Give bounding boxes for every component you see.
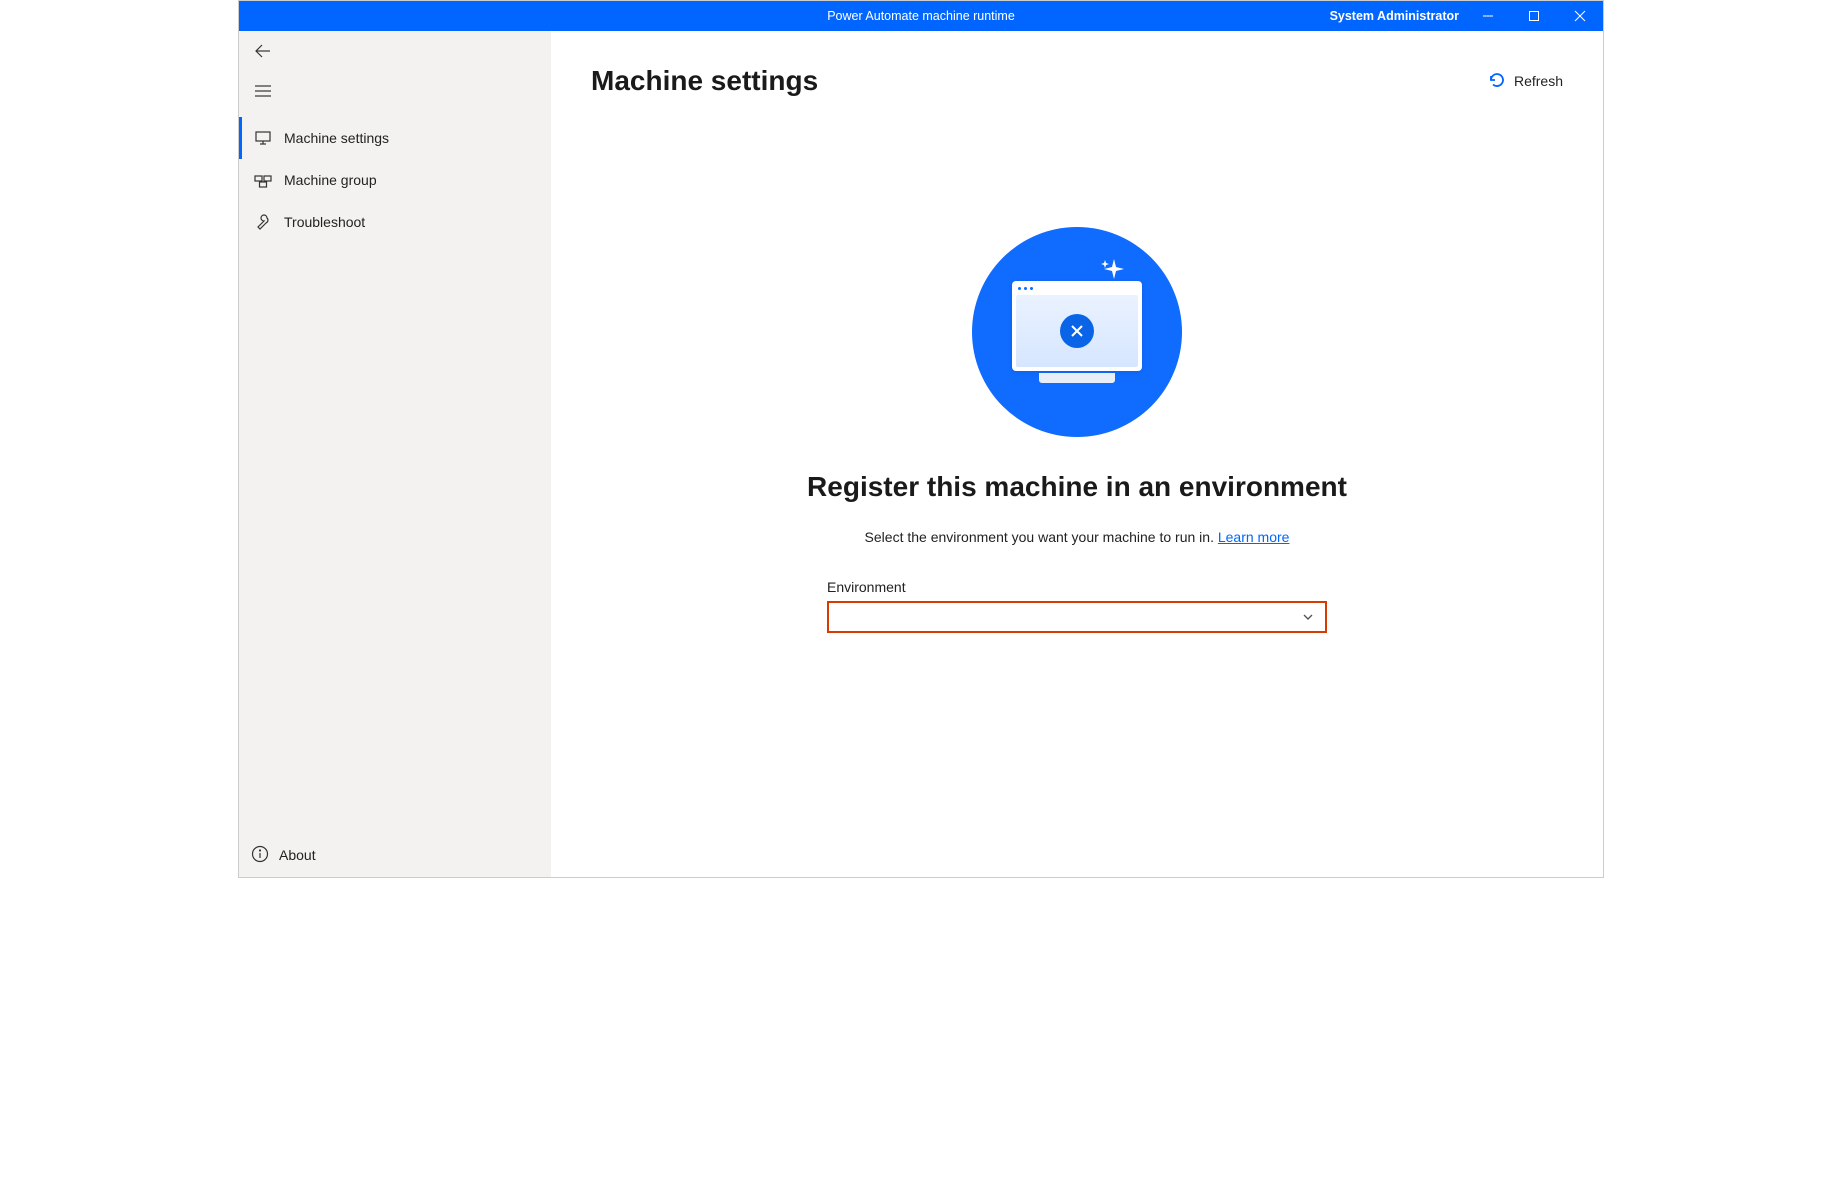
chevron-down-icon bbox=[1301, 610, 1315, 624]
maximize-button[interactable] bbox=[1511, 1, 1557, 31]
back-button[interactable] bbox=[239, 31, 287, 71]
monitor-illustration bbox=[1012, 281, 1142, 371]
sidebar-nav: Machine settings Machine group Troublesh… bbox=[239, 117, 551, 243]
sidebar-item-label: Machine settings bbox=[284, 130, 389, 146]
sidebar-item-label: Troubleshoot bbox=[284, 214, 365, 230]
back-arrow-icon bbox=[253, 41, 273, 61]
info-icon bbox=[251, 845, 269, 866]
main-content: Machine settings Refresh bbox=[551, 31, 1603, 877]
sidebar: Machine settings Machine group Troublesh… bbox=[239, 31, 551, 877]
x-badge-icon bbox=[1060, 314, 1094, 348]
close-button[interactable] bbox=[1557, 1, 1603, 31]
page-title: Machine settings bbox=[591, 65, 818, 97]
sparkle-icon bbox=[1100, 257, 1128, 290]
sidebar-item-about[interactable]: About bbox=[239, 833, 551, 877]
monitor-icon bbox=[254, 129, 272, 147]
hero-section: Register this machine in an environment … bbox=[591, 227, 1563, 633]
sidebar-item-label: Machine group bbox=[284, 172, 377, 188]
hamburger-icon bbox=[253, 81, 273, 101]
sidebar-item-label: About bbox=[279, 847, 316, 863]
minimize-button[interactable] bbox=[1465, 1, 1511, 31]
app-title: Power Automate machine runtime bbox=[827, 9, 1015, 23]
environment-dropdown[interactable] bbox=[827, 601, 1327, 633]
app-window: Power Automate machine runtime System Ad… bbox=[238, 0, 1604, 878]
close-icon bbox=[1574, 10, 1586, 22]
group-icon bbox=[254, 171, 272, 189]
maximize-icon bbox=[1528, 10, 1540, 22]
sidebar-item-machine-group[interactable]: Machine group bbox=[239, 159, 551, 201]
refresh-icon bbox=[1488, 71, 1506, 92]
titlebar: Power Automate machine runtime System Ad… bbox=[239, 1, 1603, 31]
wrench-icon bbox=[254, 213, 272, 231]
current-user: System Administrator bbox=[1330, 9, 1465, 23]
hero-subtitle: Select the environment you want your mac… bbox=[865, 529, 1290, 545]
window-controls bbox=[1465, 1, 1603, 31]
refresh-label: Refresh bbox=[1514, 73, 1563, 89]
environment-form: Environment bbox=[827, 579, 1327, 633]
learn-more-link[interactable]: Learn more bbox=[1218, 529, 1290, 545]
hero-illustration bbox=[972, 227, 1182, 437]
page-header: Machine settings Refresh bbox=[591, 65, 1563, 97]
hero-title: Register this machine in an environment bbox=[807, 471, 1347, 503]
hero-subtitle-text: Select the environment you want your mac… bbox=[865, 529, 1218, 545]
refresh-button[interactable]: Refresh bbox=[1488, 71, 1563, 92]
minimize-icon bbox=[1482, 10, 1494, 22]
environment-label: Environment bbox=[827, 579, 1327, 595]
hamburger-button[interactable] bbox=[239, 71, 287, 111]
app-body: Machine settings Machine group Troublesh… bbox=[239, 31, 1603, 877]
sidebar-item-machine-settings[interactable]: Machine settings bbox=[239, 117, 551, 159]
sidebar-item-troubleshoot[interactable]: Troubleshoot bbox=[239, 201, 551, 243]
